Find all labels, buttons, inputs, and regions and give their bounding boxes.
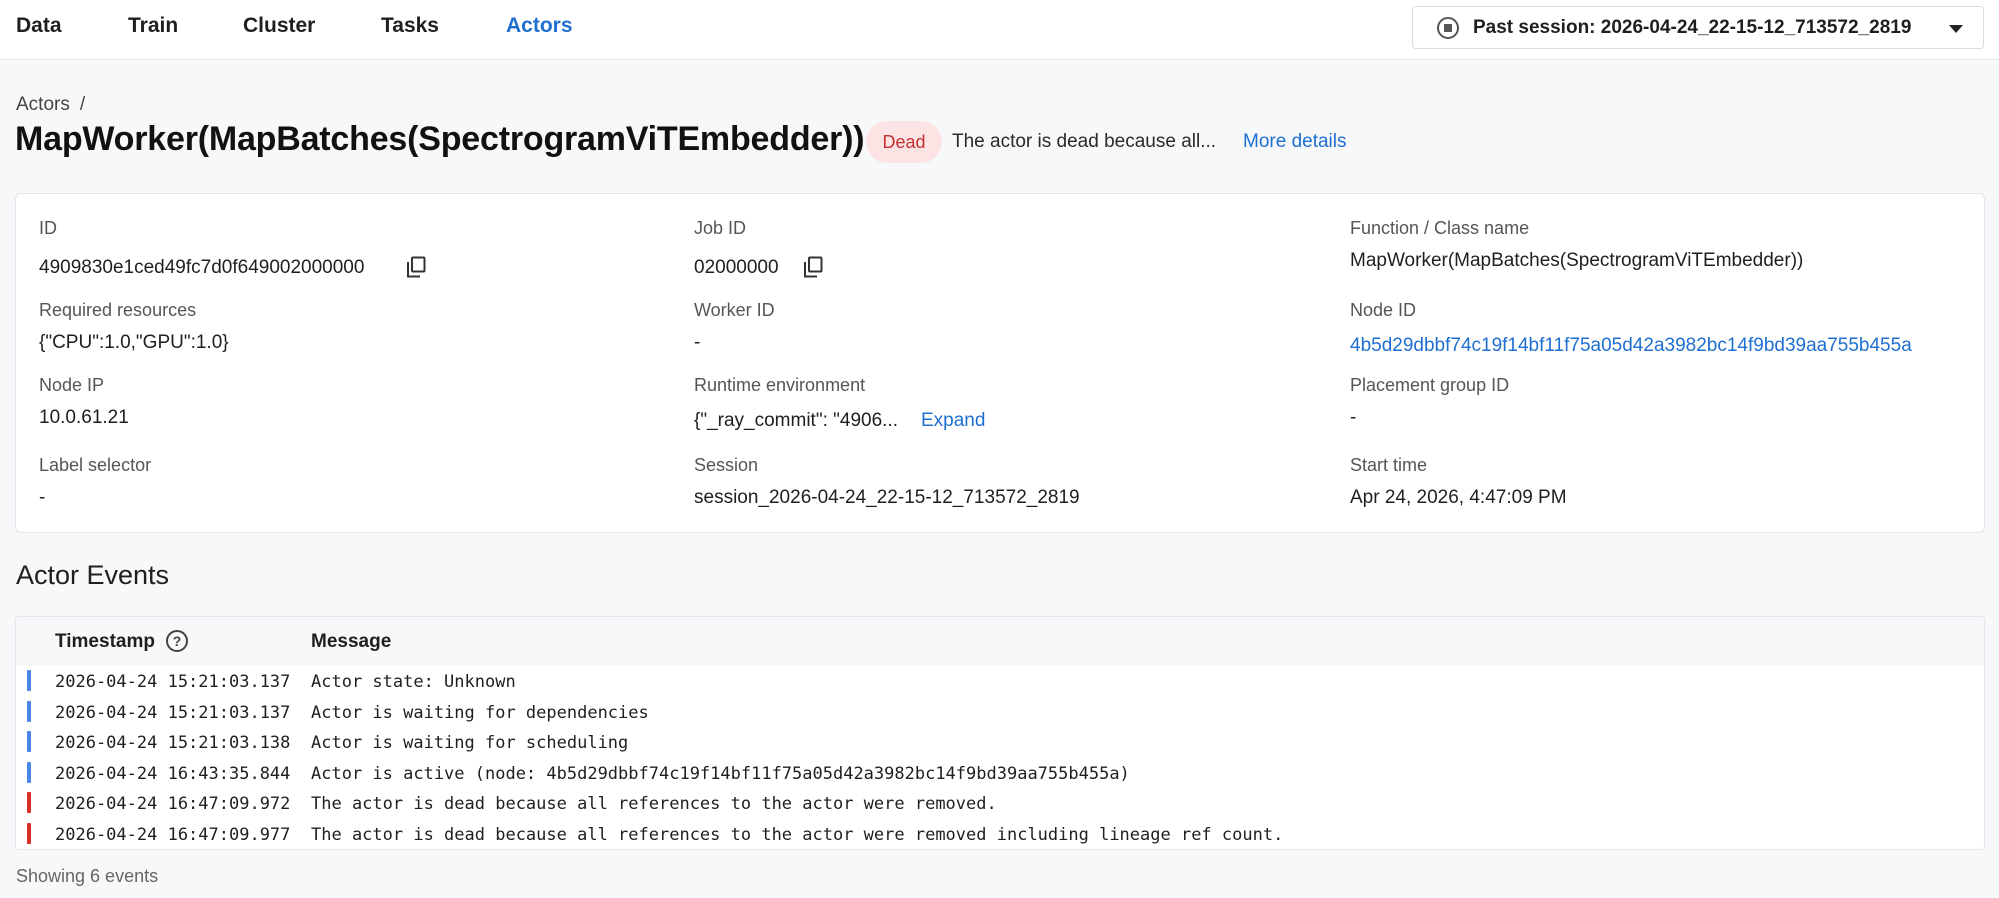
copy-icon[interactable] bbox=[406, 256, 426, 278]
event-timestamp: 2026-04-24 15:21:03.137 bbox=[55, 672, 291, 692]
event-level-indicator bbox=[27, 670, 31, 691]
event-row: 2026-04-24 15:21:03.137 Actor is waiting … bbox=[16, 700, 1984, 730]
worker-id-value: - bbox=[694, 332, 701, 353]
event-level-indicator bbox=[27, 700, 31, 722]
expand-runtime-env-link[interactable]: Expand bbox=[921, 410, 985, 432]
breadcrumb-actors-link[interactable]: Actors bbox=[16, 94, 70, 115]
start-time-value: Apr 24, 2026, 4:47:09 PM bbox=[1350, 487, 1567, 508]
event-row: 2026-04-24 16:43:35.844 Actor is active (… bbox=[16, 761, 1984, 791]
event-message: Actor is active (node: 4b5d29dbbf74c19f1… bbox=[311, 763, 1130, 784]
event-timestamp: 2026-04-24 15:21:03.137 bbox=[55, 702, 291, 723]
label-selector-value: - bbox=[39, 487, 46, 508]
status-badge: Dead bbox=[866, 121, 942, 163]
event-level-indicator bbox=[27, 761, 31, 783]
node-ip-value: 10.0.61.21 bbox=[39, 407, 129, 428]
more-details-link[interactable]: More details bbox=[1243, 131, 1347, 153]
event-timestamp: 2026-04-24 16:47:09.977 bbox=[55, 825, 291, 845]
status-message: The actor is dead because all... bbox=[952, 131, 1217, 152]
event-timestamp: 2026-04-24 15:21:03.138 bbox=[55, 733, 291, 754]
start-time-label: Start time bbox=[1350, 455, 1428, 475]
event-message: Actor state: Unknown bbox=[311, 672, 516, 692]
timestamp-column-header[interactable]: Timestamp bbox=[55, 631, 155, 653]
session-selector-label: Past session: 2026-04-24_22-15-12_713572… bbox=[1473, 16, 1912, 38]
events-table-header: Timestamp ? Message bbox=[16, 617, 1984, 665]
event-message: Actor is waiting for dependencies bbox=[311, 702, 649, 723]
runtime-env-label: Runtime environment bbox=[694, 375, 866, 395]
help-icon[interactable]: ? bbox=[166, 630, 188, 652]
event-row: 2026-04-24 16:47:09.972 The actor is dead… bbox=[16, 791, 1984, 821]
session-selector[interactable]: Past session: 2026-04-24_22-15-12_713572… bbox=[1412, 6, 1984, 49]
required-resources-label: Required resources bbox=[39, 300, 197, 320]
job-id-label: Job ID bbox=[694, 218, 747, 238]
event-level-indicator bbox=[27, 731, 31, 753]
event-timestamp: 2026-04-24 16:47:09.972 bbox=[55, 794, 291, 815]
node-ip-label: Node IP bbox=[39, 375, 105, 395]
event-message: The actor is dead because all references… bbox=[311, 825, 1284, 845]
id-value: 4909830e1ced49fc7d0f649002000000 bbox=[39, 257, 365, 278]
copy-icon[interactable] bbox=[803, 256, 823, 278]
node-id-label: Node ID bbox=[1350, 300, 1417, 320]
actor-events-heading: Actor Events bbox=[16, 560, 170, 590]
breadcrumb-separator: / bbox=[79, 94, 86, 115]
event-row: 2026-04-24 16:47:09.977 The actor is dead… bbox=[16, 822, 1984, 849]
breadcrumb: Actors / bbox=[16, 94, 85, 116]
id-label: ID bbox=[39, 218, 57, 238]
event-message: Actor is waiting for scheduling bbox=[311, 733, 629, 754]
page-title: MapWorker(MapBatches(SpectrogramViTEmbed… bbox=[15, 120, 865, 158]
node-id-link[interactable]: 4b5d29dbbf74c19f14bf11f75a05d42a3982bc14… bbox=[1350, 335, 1912, 357]
placement-group-value: - bbox=[1350, 407, 1357, 428]
chevron-down-icon bbox=[1949, 25, 1963, 33]
events-count: Showing 6 events bbox=[16, 866, 159, 886]
function-class-value: MapWorker(MapBatches(SpectrogramViTEmbed… bbox=[1350, 250, 1804, 271]
nav-tab-tasks[interactable]: Tasks bbox=[381, 14, 439, 38]
stop-circle-icon bbox=[1437, 16, 1459, 39]
nav-tab-train[interactable]: Train bbox=[128, 14, 178, 38]
session-label: Session bbox=[694, 455, 759, 475]
event-timestamp: 2026-04-24 16:43:35.844 bbox=[55, 763, 291, 784]
actor-details-card: ID 4909830e1ced49fc7d0f649002000000 Requ… bbox=[15, 193, 1985, 533]
event-level-indicator bbox=[27, 792, 31, 814]
nav-tab-actors[interactable]: Actors bbox=[506, 14, 573, 38]
message-column-header: Message bbox=[311, 631, 392, 652]
event-message: The actor is dead because all references… bbox=[311, 794, 997, 815]
actor-events-table: Timestamp ? Message 2026-04-24 15:21:03.… bbox=[15, 616, 1985, 850]
top-nav: Data Train Cluster Tasks Actors Past ses… bbox=[0, 0, 1999, 60]
event-level-indicator bbox=[27, 823, 31, 844]
nav-tab-data[interactable]: Data bbox=[16, 14, 62, 38]
placement-group-label: Placement group ID bbox=[1350, 375, 1510, 395]
function-class-label: Function / Class name bbox=[1350, 218, 1530, 238]
worker-id-label: Worker ID bbox=[694, 300, 775, 320]
label-selector-label: Label selector bbox=[39, 455, 152, 475]
session-value: session_2026-04-24_22-15-12_713572_2819 bbox=[694, 487, 1080, 508]
job-id-value: 02000000 bbox=[694, 257, 779, 278]
event-row: 2026-04-24 15:21:03.137 Actor state: Unkn… bbox=[16, 669, 1984, 699]
nav-tab-cluster[interactable]: Cluster bbox=[243, 14, 315, 38]
event-row: 2026-04-24 15:21:03.138 Actor is waiting … bbox=[16, 730, 1984, 760]
runtime-env-value: {"_ray_commit": "4906... bbox=[694, 410, 898, 431]
required-resources-value: {"CPU":1.0,"GPU":1.0} bbox=[39, 332, 229, 353]
